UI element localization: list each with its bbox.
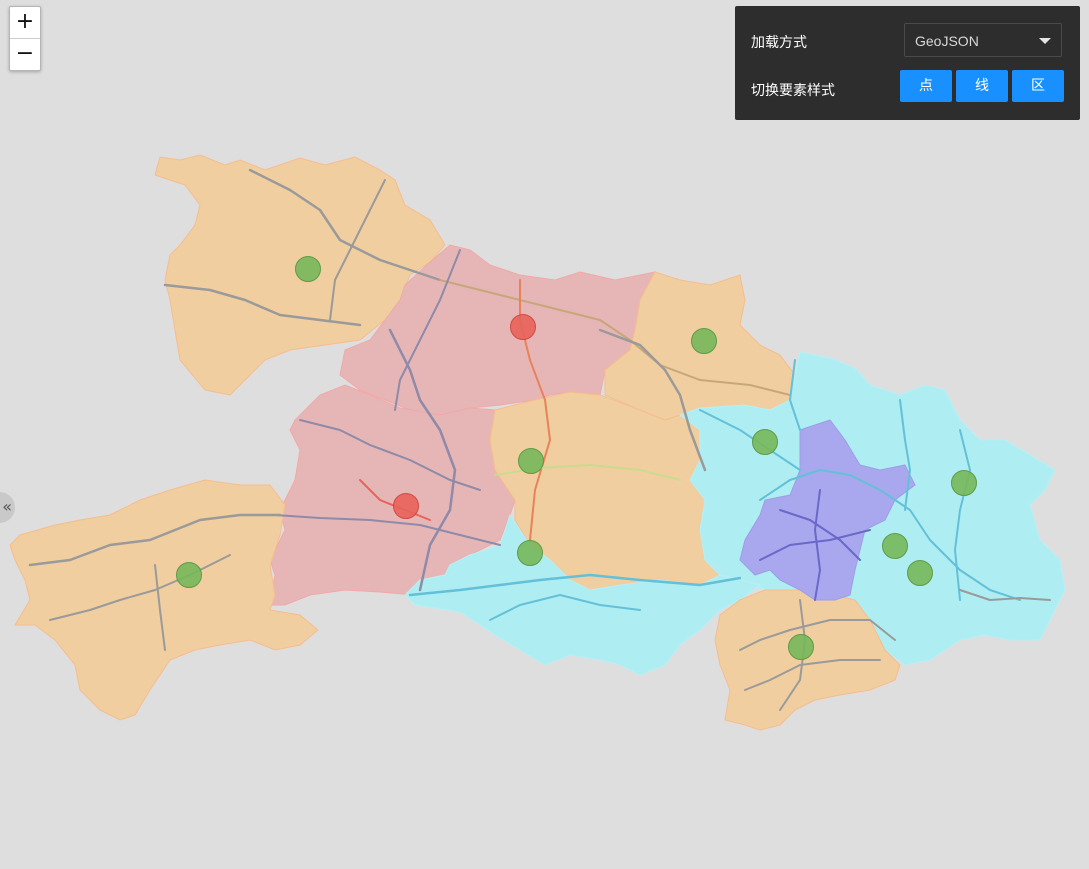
green-marker[interactable] [691, 328, 717, 354]
zoom-out-button[interactable]: − [10, 38, 40, 70]
feature-style-label: 切换要素样式 [751, 83, 835, 99]
green-marker[interactable] [517, 540, 543, 566]
region-layer [9, 154, 1066, 731]
point-style-button[interactable]: 点 [900, 70, 952, 102]
green-marker[interactable] [907, 560, 933, 586]
zoom-control: + − [9, 6, 41, 71]
green-marker[interactable] [752, 429, 778, 455]
load-method-select[interactable]: GeoJSON [904, 23, 1062, 57]
green-marker[interactable] [788, 634, 814, 660]
line-style-button[interactable]: 线 [956, 70, 1008, 102]
double-chevron-left-icon: « [2, 497, 12, 516]
red-marker[interactable] [393, 493, 419, 519]
polygon-style-button[interactable]: 区 [1012, 70, 1064, 102]
control-panel: 加载方式 GeoJSON 切换要素样式 点 线 区 [735, 6, 1080, 120]
green-marker[interactable] [951, 470, 977, 496]
green-marker[interactable] [882, 533, 908, 559]
load-method-label: 加载方式 [751, 35, 807, 51]
red-marker[interactable] [510, 314, 536, 340]
green-marker[interactable] [295, 256, 321, 282]
green-marker[interactable] [176, 562, 202, 588]
zoom-in-button[interactable]: + [10, 7, 40, 38]
green-marker[interactable] [518, 448, 544, 474]
caret-down-icon [1039, 38, 1051, 44]
load-method-value: GeoJSON [915, 33, 979, 49]
province-map[interactable] [0, 0, 1089, 869]
